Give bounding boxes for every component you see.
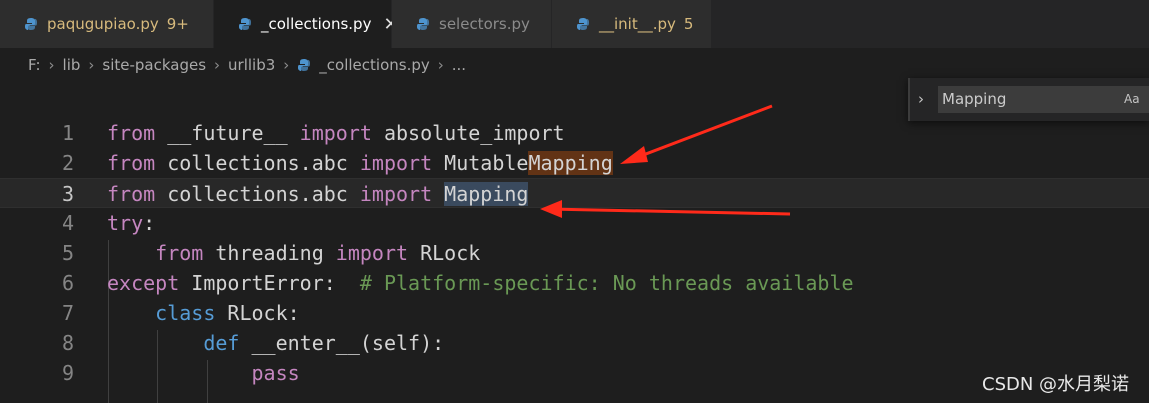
annotation-arrow <box>540 200 791 218</box>
watermark: CSDN @水月梨诺 <box>982 374 1130 395</box>
annotation-arrows <box>540 104 791 218</box>
annotation-arrow <box>620 104 773 164</box>
